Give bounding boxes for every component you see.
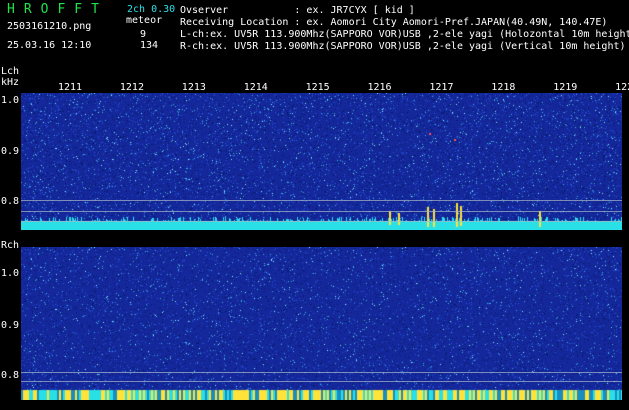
meteor-count-left: 9 bbox=[140, 29, 147, 40]
lch-ref-line bbox=[21, 200, 622, 201]
rch-ytick: 0.8 bbox=[1, 370, 20, 381]
lch-ytick: 0.9 bbox=[1, 146, 20, 157]
rch-ytick: 1.0 bbox=[1, 268, 20, 279]
rch-waterfall bbox=[21, 247, 622, 400]
lch-ytick: 1.0 bbox=[1, 95, 20, 106]
app-logo: HROFFT bbox=[7, 2, 108, 17]
time-tick: 1217 bbox=[429, 82, 454, 93]
rch-info-line: R-ch:ex. UV5R 113.900Mhz(SAPPORO VOR)USB… bbox=[180, 41, 626, 52]
time-tick: 1211 bbox=[58, 82, 83, 93]
lch-unit: kHz bbox=[1, 77, 20, 88]
time-tick: 1219 bbox=[553, 82, 578, 93]
time-tick: 1216 bbox=[367, 82, 392, 93]
time-tick: 1218 bbox=[491, 82, 516, 93]
meteor-label: meteor bbox=[126, 15, 163, 26]
rch-ref-line bbox=[21, 372, 622, 373]
observer-line: Ovserver : ex. JR7CYX [ kid ] bbox=[180, 5, 415, 16]
rch-ref-line bbox=[21, 381, 622, 382]
time-tick: 1214 bbox=[243, 82, 268, 93]
time-tick: 1220 bbox=[615, 82, 629, 93]
meteor-count-right: 134 bbox=[140, 40, 159, 51]
rch-ytick: 0.9 bbox=[1, 320, 20, 331]
lch-label: Lch bbox=[1, 66, 20, 77]
lch-ref-line bbox=[21, 211, 622, 212]
filename-label: 2503161210.png bbox=[7, 21, 92, 32]
lch-ref-line bbox=[21, 221, 622, 222]
time-tick: 1212 bbox=[119, 82, 144, 93]
version-label: 2ch 0.30 bbox=[127, 4, 176, 15]
lch-info-line: L-ch:ex. UV5R 113.900Mhz(SAPPORO VOR)USB… bbox=[180, 29, 629, 40]
rch-label: Rch bbox=[1, 240, 20, 251]
lch-waterfall bbox=[21, 93, 622, 230]
lch-ytick: 0.8 bbox=[1, 196, 20, 207]
location-line: Receiving Location : ex. Aomori City Aom… bbox=[180, 17, 608, 28]
datetime-label: 25.03.16 12:10 bbox=[7, 40, 92, 51]
time-tick: 1213 bbox=[181, 82, 206, 93]
time-tick: 1215 bbox=[305, 82, 330, 93]
